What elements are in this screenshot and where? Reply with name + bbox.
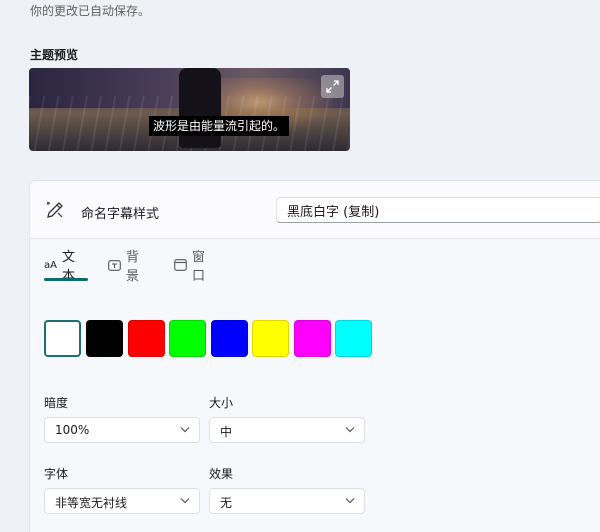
name-style-label: 命名字幕样式 — [81, 207, 160, 222]
swatch-cyan[interactable] — [335, 320, 372, 357]
font-value: 非等宽无衬线 — [55, 496, 128, 510]
swatch-blue[interactable] — [211, 320, 248, 357]
expand-icon — [326, 80, 339, 93]
size-label: 大小 — [209, 396, 234, 410]
opacity-value: 100% — [55, 423, 90, 437]
swatch-red[interactable] — [128, 320, 165, 357]
chevron-down-icon — [180, 498, 190, 504]
autosave-status: 你的更改已自动保存。 — [30, 4, 151, 18]
tab-background[interactable]: 背景 — [108, 250, 139, 284]
expand-preview-button[interactable] — [321, 75, 344, 98]
swatch-green[interactable] — [169, 320, 206, 357]
font-label: 字体 — [44, 467, 69, 481]
tab-window[interactable]: 窗口 — [174, 250, 205, 284]
size-value: 中 — [220, 425, 233, 439]
background-icon — [108, 259, 121, 271]
window-icon — [174, 259, 187, 271]
preview-title: 主题预览 — [30, 48, 79, 62]
active-tab-indicator — [44, 278, 88, 281]
chevron-down-icon — [345, 427, 355, 433]
text-size-icon: aA — [44, 259, 57, 271]
size-select[interactable]: 中 — [209, 417, 365, 443]
effect-select[interactable]: 无 — [209, 488, 365, 514]
effect-value: 无 — [220, 496, 233, 510]
tab-background-label: 背景 — [126, 250, 140, 284]
effect-label: 效果 — [209, 467, 234, 481]
preview-person — [179, 68, 221, 148]
preview-caption: 波形是由能量流引起的。 — [149, 116, 290, 136]
theme-preview: 波形是由能量流引起的。 — [29, 68, 350, 151]
name-row: 命名字幕样式 — [30, 181, 600, 239]
swatch-white[interactable] — [44, 320, 81, 357]
opacity-select[interactable]: 100% — [44, 417, 200, 443]
font-select[interactable]: 非等宽无衬线 — [44, 488, 200, 514]
tab-window-label: 窗口 — [192, 250, 206, 284]
swatch-yellow[interactable] — [252, 320, 289, 357]
swatch-magenta[interactable] — [294, 320, 331, 357]
chevron-down-icon — [180, 427, 190, 433]
style-name-input[interactable] — [276, 197, 600, 223]
chevron-down-icon — [345, 498, 355, 504]
opacity-label: 暗度 — [44, 396, 69, 410]
pen-ruler-icon — [45, 200, 65, 224]
caption-style-card: 命名字幕样式 aA 文本 背景 窗口 — [29, 180, 600, 532]
swatch-black[interactable] — [86, 320, 123, 357]
tab-text[interactable]: aA 文本 — [44, 250, 75, 284]
